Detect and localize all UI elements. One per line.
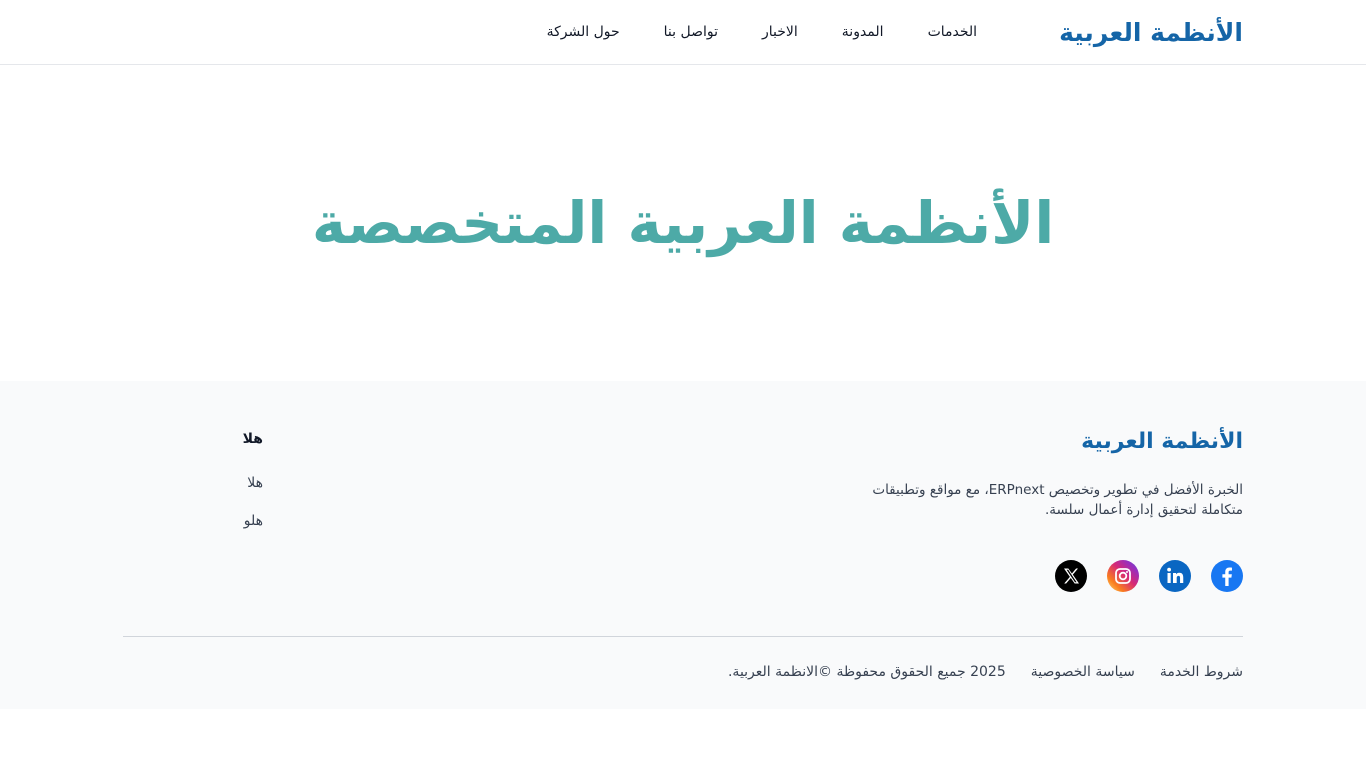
footer-divider (123, 636, 1243, 637)
brand-logo[interactable]: الأنظمة العربية (1059, 18, 1243, 47)
footer-link-hala[interactable]: هلا (123, 475, 263, 491)
footer-description: الخبرة الأفضل في تطوير وتخصيص ERPnext، م… (872, 482, 1243, 518)
nav-about[interactable]: حول الشركة (547, 24, 620, 40)
main-nav: الخدمات المدونة الاخبار تواصل بنا حول ال… (547, 24, 977, 40)
nav-news[interactable]: الاخبار (762, 24, 798, 40)
terms-link[interactable]: شروط الخدمة (1160, 664, 1243, 680)
hero-section: الأنظمة العربية المتخصصة (0, 65, 1366, 381)
site-header: الأنظمة العربية الخدمات المدونة الاخبار … (0, 0, 1366, 65)
nav-contact[interactable]: تواصل بنا (664, 24, 718, 40)
social-links (843, 560, 1243, 592)
footer-about: الأنظمة العربية الخبرة الأفضل في تطوير و… (843, 429, 1243, 592)
footer-inner: الأنظمة العربية الخبرة الأفضل في تطوير و… (123, 381, 1243, 709)
footer-top: الأنظمة العربية الخبرة الأفضل في تطوير و… (123, 381, 1243, 592)
x-icon[interactable] (1055, 560, 1087, 592)
footer-links-column: هلا هلا هلو (123, 429, 263, 592)
site-footer: الأنظمة العربية الخبرة الأفضل في تطوير و… (0, 381, 1366, 709)
facebook-icon[interactable] (1211, 560, 1243, 592)
header-inner: الأنظمة العربية الخدمات المدونة الاخبار … (123, 0, 1243, 64)
footer-link-halo[interactable]: هلو (123, 513, 263, 529)
footer-column-title: هلا (242, 431, 263, 447)
nav-blog[interactable]: المدونة (842, 24, 884, 40)
hero-title: الأنظمة العربية المتخصصة (311, 189, 1055, 257)
linkedin-icon[interactable] (1159, 560, 1191, 592)
copyright-text: 2025 جميع الحقوق محفوظة ©الانظمة العربية… (727, 664, 1006, 680)
privacy-link[interactable]: سياسة الخصوصية (1031, 664, 1135, 680)
nav-services[interactable]: الخدمات (928, 24, 978, 40)
footer-brand: الأنظمة العربية (1081, 429, 1243, 454)
instagram-icon[interactable] (1107, 560, 1139, 592)
footer-bottom: شروط الخدمة سياسة الخصوصية 2025 جميع الح… (728, 664, 1243, 680)
